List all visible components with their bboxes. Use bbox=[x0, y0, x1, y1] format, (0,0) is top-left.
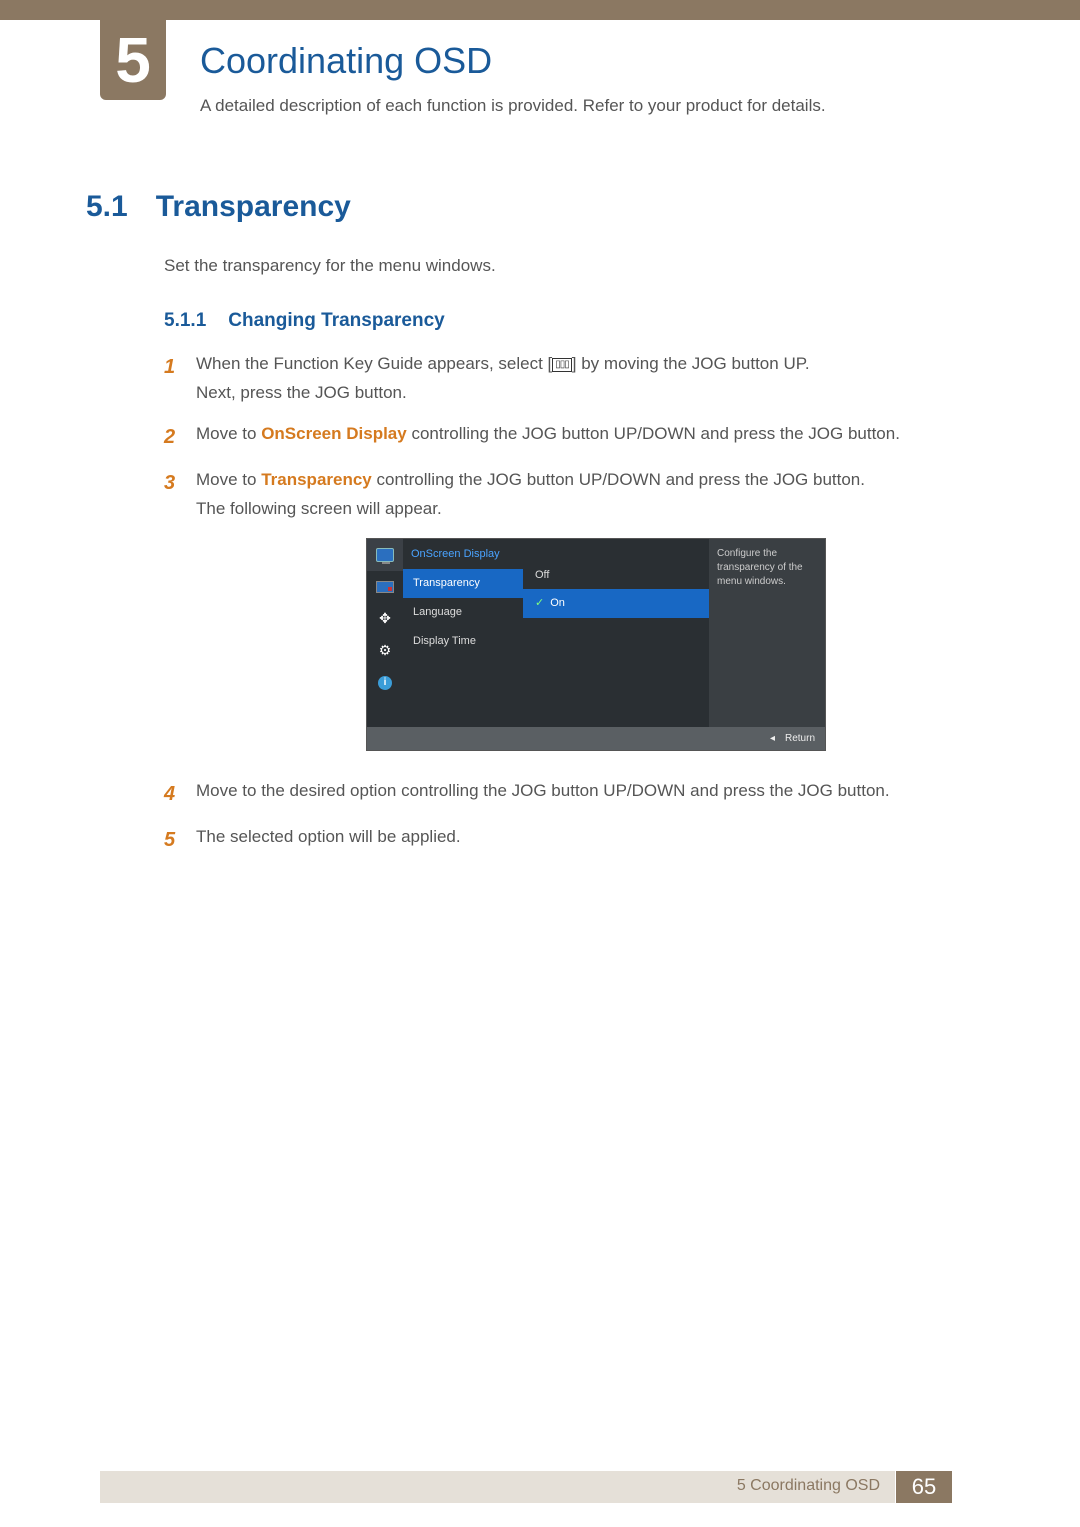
picture-icon bbox=[367, 571, 403, 603]
chapter-badge: 5 bbox=[100, 20, 166, 100]
osd-menu-header: OnScreen Display bbox=[403, 539, 523, 570]
step-1: 1 When the Function Key Guide appears, s… bbox=[164, 350, 984, 408]
step-number: 4 bbox=[164, 777, 178, 811]
section-body: Set the transparency for the menu window… bbox=[164, 256, 984, 276]
text: The following screen will appear. bbox=[196, 495, 984, 524]
return-arrow-icon: ◂ bbox=[770, 733, 775, 744]
text: ] by moving the JOG button UP. bbox=[572, 354, 810, 373]
text: controlling the JOG button UP/DOWN and p… bbox=[372, 470, 865, 489]
osd-menu-transparency: Transparency bbox=[403, 569, 523, 598]
osd-menu-language: Language bbox=[403, 598, 523, 627]
step-2: 2 Move to OnScreen Display controlling t… bbox=[164, 420, 984, 454]
section-header: 5.1 Transparency bbox=[86, 190, 351, 224]
step-number: 3 bbox=[164, 466, 178, 500]
section-title: Transparency bbox=[156, 190, 351, 224]
step-number: 1 bbox=[164, 350, 178, 384]
osd-panel: ✥ ⚙ i OnScreen Display Transparency Lang… bbox=[366, 538, 826, 751]
text: controlling the JOG button UP/DOWN and p… bbox=[407, 424, 900, 443]
text: When the Function Key Guide appears, sel… bbox=[196, 354, 552, 373]
text: Move to bbox=[196, 424, 261, 443]
gear-icon: ⚙ bbox=[367, 635, 403, 667]
step-3: 3 Move to Transparency controlling the J… bbox=[164, 466, 984, 765]
footer-chapter-label: 5 Coordinating OSD bbox=[737, 1477, 880, 1495]
top-bar bbox=[0, 0, 1080, 20]
step-text: The selected option will be applied. bbox=[196, 823, 984, 852]
step-text: Move to OnScreen Display controlling the… bbox=[196, 420, 984, 449]
osd-sidebar: ✥ ⚙ i bbox=[367, 539, 403, 727]
section-number: 5.1 bbox=[86, 190, 128, 224]
step-5: 5 The selected option will be applied. bbox=[164, 823, 984, 857]
monitor-icon bbox=[367, 539, 403, 571]
text: Next, press the JOG button. bbox=[196, 379, 984, 408]
osd-footer: ◂ Return bbox=[367, 727, 825, 750]
page-footer: 5 Coordinating OSD 65 bbox=[0, 1471, 1080, 1503]
osd-menu-display-time: Display Time bbox=[403, 627, 523, 656]
chapter-title: Coordinating OSD bbox=[200, 40, 492, 82]
osd-info-panel: Configure the transparency of the menu w… bbox=[709, 539, 825, 727]
step-number: 2 bbox=[164, 420, 178, 454]
osd-return-label: Return bbox=[785, 733, 815, 744]
page-number: 65 bbox=[896, 1471, 952, 1503]
highlight-transparency: Transparency bbox=[261, 470, 372, 489]
step-4: 4 Move to the desired option controlling… bbox=[164, 777, 984, 811]
step-text: Move to Transparency controlling the JOG… bbox=[196, 466, 984, 765]
subsection-title: Changing Transparency bbox=[228, 310, 444, 332]
arrows-icon: ✥ bbox=[367, 603, 403, 635]
highlight-osd: OnScreen Display bbox=[261, 424, 407, 443]
menu-icon: ▯▯▯ bbox=[552, 358, 572, 372]
step-text: Move to the desired option controlling t… bbox=[196, 777, 984, 806]
osd-option-on: ✓ On bbox=[523, 589, 709, 618]
subsection-number: 5.1.1 bbox=[164, 310, 206, 332]
text: Move to bbox=[196, 470, 261, 489]
osd-options: Off ✓ On bbox=[523, 539, 709, 727]
osd-menu: OnScreen Display Transparency Language D… bbox=[403, 539, 523, 727]
osd-option-off: Off bbox=[523, 561, 709, 590]
info-icon: i bbox=[367, 667, 403, 699]
step-number: 5 bbox=[164, 823, 178, 857]
steps-list: 1 When the Function Key Guide appears, s… bbox=[164, 350, 984, 869]
check-icon: ✓ bbox=[535, 594, 544, 613]
step-text: When the Function Key Guide appears, sel… bbox=[196, 350, 984, 408]
osd-main: ✥ ⚙ i OnScreen Display Transparency Lang… bbox=[367, 539, 825, 727]
osd-content: OnScreen Display Transparency Language D… bbox=[403, 539, 709, 727]
chapter-subtitle: A detailed description of each function … bbox=[200, 96, 826, 116]
subsection-header: 5.1.1 Changing Transparency bbox=[164, 310, 445, 332]
